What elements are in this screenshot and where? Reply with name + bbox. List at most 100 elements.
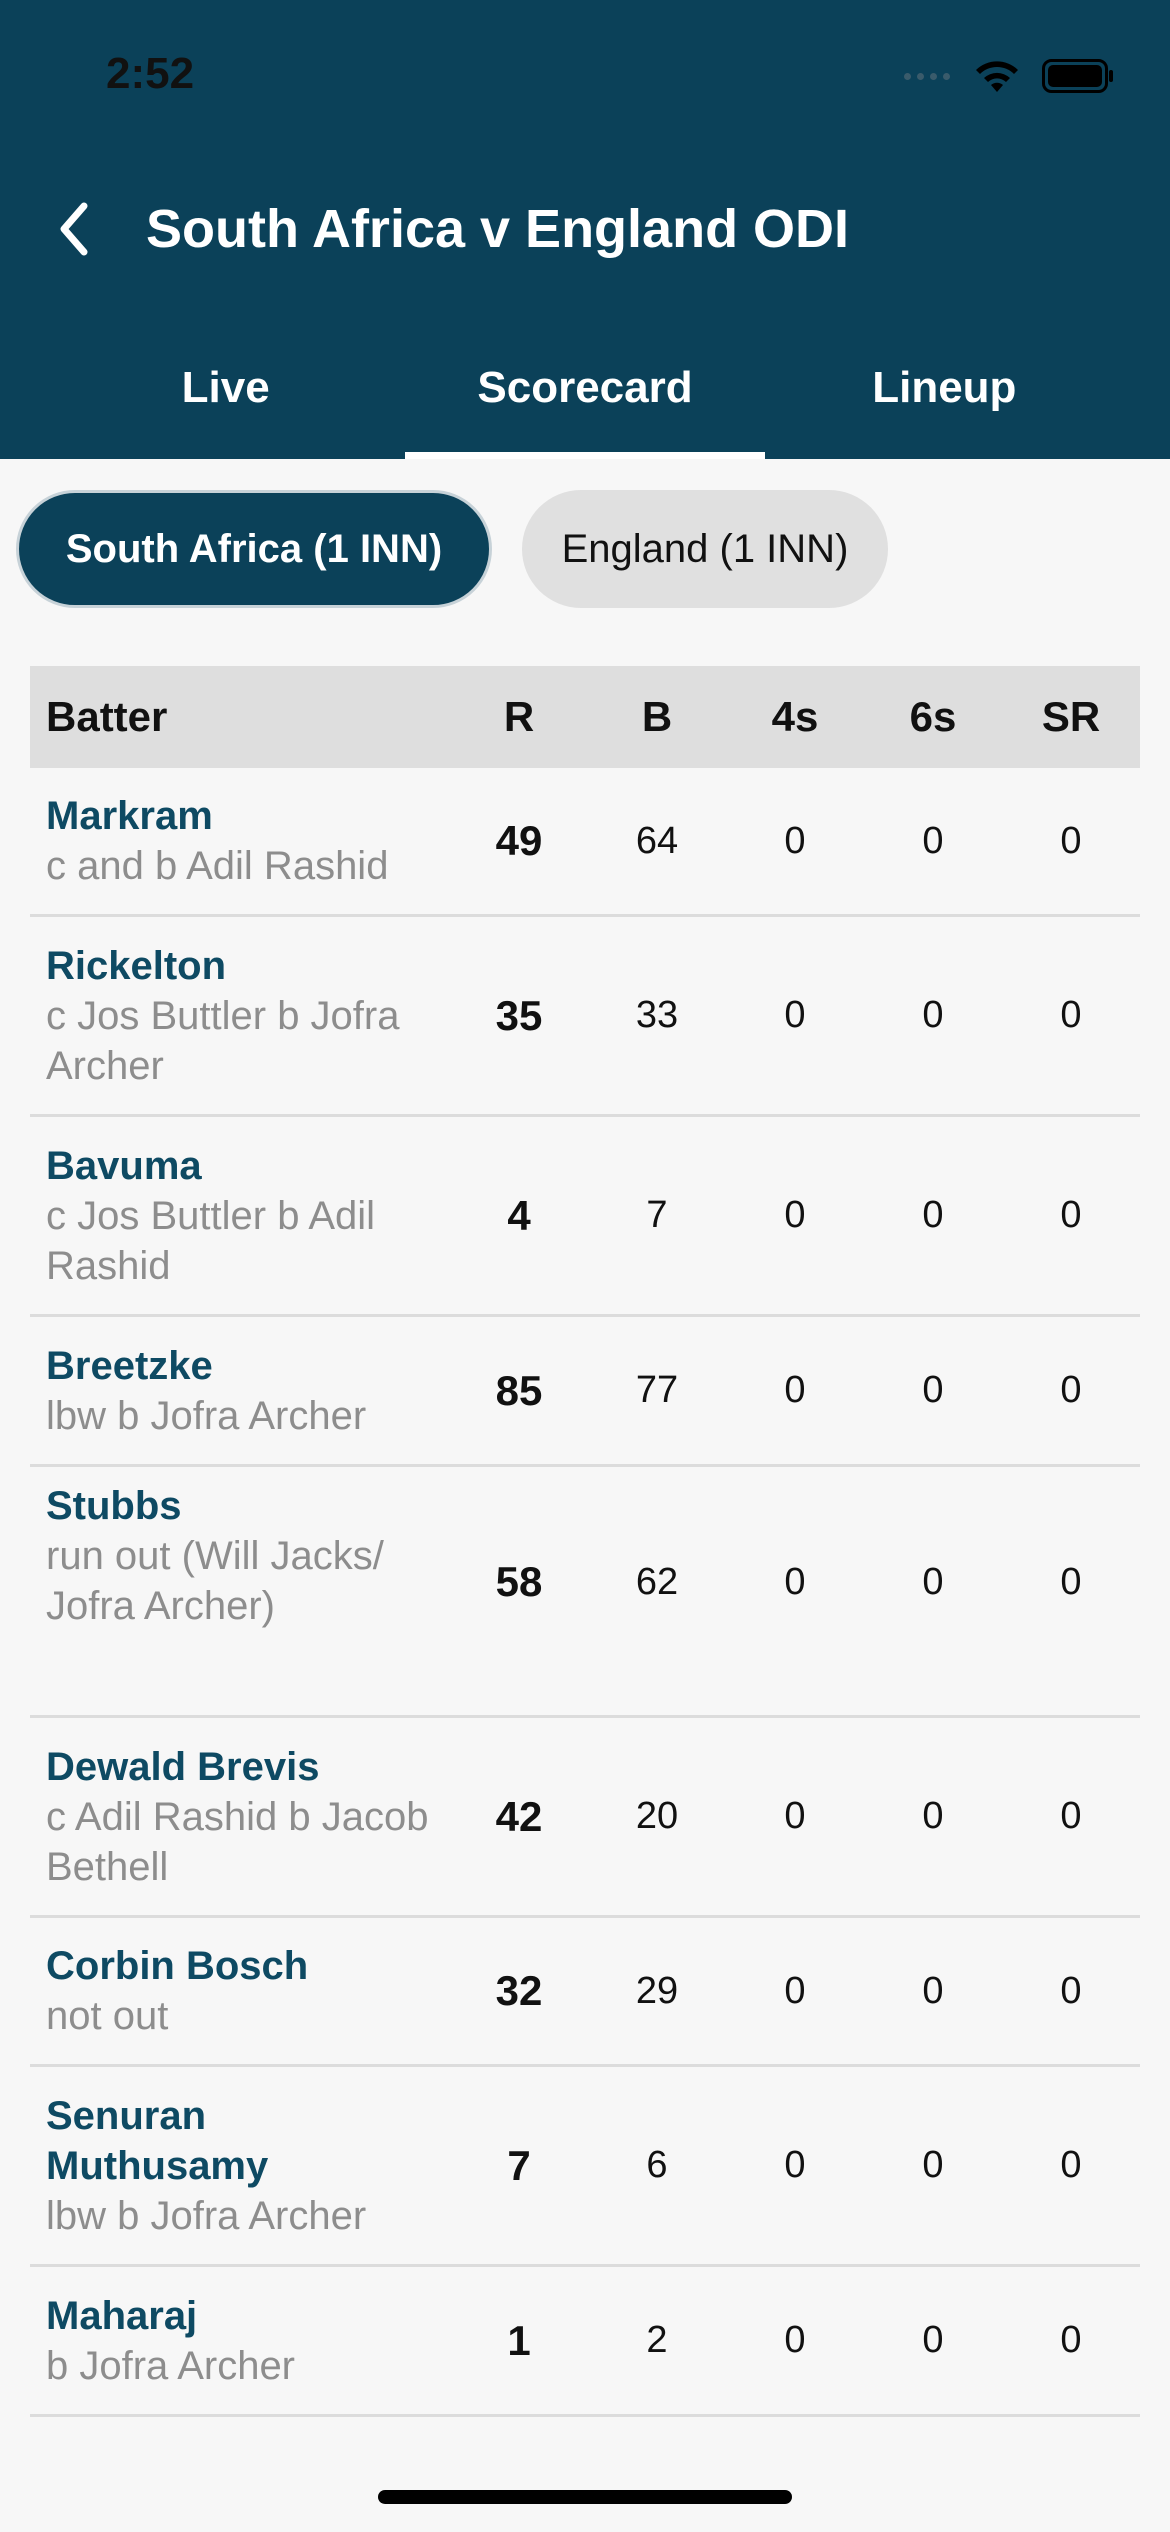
dismissal-text: not out xyxy=(46,1994,169,2038)
balls-value: 2 xyxy=(646,2319,668,2361)
header-strike-rate: SR xyxy=(1041,693,1101,740)
strike-rate-value: 0 xyxy=(1060,994,1082,1036)
app-header: 2:52 South Africa v England ODI Live Sco… xyxy=(0,0,1170,459)
header-fours: 4s xyxy=(771,693,819,740)
sixes-value: 0 xyxy=(922,1969,944,2012)
home-indicator xyxy=(378,2490,792,2504)
sixes-value: 0 xyxy=(922,819,944,862)
fours-value: 0 xyxy=(784,1194,806,1236)
strike-rate-value: 0 xyxy=(1060,1969,1082,2012)
balls-value: 64 xyxy=(635,819,679,862)
fours-value: 0 xyxy=(784,1369,806,1411)
batter-cell: Bavuma c Jos Buttler b Adil Rashid xyxy=(30,1141,450,1291)
sixes-value: 0 xyxy=(922,2319,944,2361)
dismissal-text: lbw b Jofra Archer xyxy=(46,1393,367,1438)
chevron-left-icon[interactable] xyxy=(48,196,98,262)
header-runs: R xyxy=(503,693,535,740)
tab-scorecard[interactable]: Scorecard xyxy=(405,344,765,459)
runs-value: 7 xyxy=(507,2141,531,2189)
fours-value: 0 xyxy=(784,819,806,862)
batter-name[interactable]: Stubbs xyxy=(46,1481,450,1531)
batter-cell: Corbin Bosch not out xyxy=(30,1941,450,2041)
fours-value: 0 xyxy=(784,1561,806,1603)
runs-value: 32 xyxy=(495,1967,543,2014)
batter-cell: Breetzke lbw b Jofra Archer xyxy=(30,1341,450,1441)
table-row[interactable]: Senuran Muthusamy lbw b Jofra Archer 7 6… xyxy=(30,2067,1140,2267)
sixes-value: 0 xyxy=(922,2144,944,2186)
runs-value: 42 xyxy=(495,1792,543,1840)
runs-value: 49 xyxy=(495,817,543,864)
balls-value: 77 xyxy=(635,1369,679,1411)
batter-name[interactable]: Bavuma xyxy=(46,1141,450,1191)
batter-name[interactable]: Dewald Brevis xyxy=(46,1742,450,1792)
dismissal-text: b Jofra Archer xyxy=(46,2343,296,2388)
runs-value: 35 xyxy=(495,991,543,1039)
batter-name[interactable]: Corbin Bosch xyxy=(46,1941,450,1991)
header-balls: B xyxy=(641,693,673,740)
batter-name[interactable]: Maharaj xyxy=(46,2291,450,2341)
strike-rate-value: 0 xyxy=(1060,1369,1082,1411)
battery-icon xyxy=(1042,59,1113,93)
sixes-value: 0 xyxy=(922,1369,944,1411)
fours-value: 0 xyxy=(784,2319,806,2361)
batter-cell: Rickelton c Jos Buttler b Jofra Archer xyxy=(30,941,450,1091)
batter-name[interactable]: Senuran Muthusamy xyxy=(46,2091,346,2191)
header-batter: Batter xyxy=(46,693,168,740)
strike-rate-value: 0 xyxy=(1060,819,1082,862)
table-row[interactable]: Breetzke lbw b Jofra Archer 85 77 0 0 0 xyxy=(30,1317,1140,1467)
tab-live[interactable]: Live xyxy=(46,344,405,459)
innings-pill-south-africa[interactable]: South Africa (1 INN) xyxy=(16,490,492,608)
balls-value: 33 xyxy=(635,994,679,1036)
balls-value: 62 xyxy=(635,1561,679,1603)
sixes-value: 0 xyxy=(922,1561,944,1603)
batter-cell: Markram c and b Adil Rashid xyxy=(30,791,450,891)
fours-value: 0 xyxy=(784,1795,806,1837)
batter-name[interactable]: Markram xyxy=(46,791,450,841)
runs-value: 4 xyxy=(507,1191,531,1239)
status-time: 2:52 xyxy=(106,49,195,98)
strike-rate-value: 0 xyxy=(1060,2144,1082,2186)
batter-name[interactable]: Rickelton xyxy=(46,941,450,991)
strike-rate-value: 0 xyxy=(1060,1194,1082,1236)
strike-rate-value: 0 xyxy=(1060,2319,1082,2361)
runs-value: 85 xyxy=(495,1366,543,1414)
innings-pill-england[interactable]: England (1 INN) xyxy=(522,490,888,608)
table-row[interactable]: Dewald Brevis c Adil Rashid b Jacob Beth… xyxy=(30,1718,1140,1918)
table-header: Batter R B 4s 6s SR xyxy=(30,666,1140,768)
runs-value: 1 xyxy=(507,2316,531,2364)
balls-value: 7 xyxy=(646,1194,668,1236)
sixes-value: 0 xyxy=(922,994,944,1036)
tab-lineup[interactable]: Lineup xyxy=(765,344,1124,459)
sixes-value: 0 xyxy=(922,1194,944,1236)
table-row[interactable]: Bavuma c Jos Buttler b Adil Rashid 4 7 0… xyxy=(30,1117,1140,1317)
dismissal-text: c Jos Buttler b Adil Rashid xyxy=(46,1193,376,1288)
dismissal-text: c Adil Rashid b Jacob Bethell xyxy=(46,1794,429,1889)
strike-rate-value: 0 xyxy=(1060,1795,1082,1837)
fours-value: 0 xyxy=(784,2144,806,2186)
tab-bar: Live Scorecard Lineup xyxy=(46,344,1124,459)
dismissal-text: c and b Adil Rashid xyxy=(46,844,389,888)
table-row[interactable]: Stubbs run out (Will Jacks/ Jofra Archer… xyxy=(30,1467,1140,1718)
table-row[interactable]: Maharaj b Jofra Archer 1 2 0 0 0 xyxy=(30,2267,1140,2417)
fours-value: 0 xyxy=(784,1969,806,2012)
table-row[interactable]: Corbin Bosch not out 32 29 0 0 0 xyxy=(30,1918,1140,2067)
dismissal-text: c Jos Buttler b Jofra Archer xyxy=(46,993,400,1088)
table-row[interactable]: Rickelton c Jos Buttler b Jofra Archer 3… xyxy=(30,917,1140,1117)
batter-cell: Senuran Muthusamy lbw b Jofra Archer xyxy=(30,2091,450,2241)
dismissal-text: lbw b Jofra Archer xyxy=(46,2193,367,2238)
status-icons xyxy=(904,54,1114,98)
dismissal-text: run out (Will Jacks/ Jofra Archer) xyxy=(46,1534,384,1628)
header-sixes: 6s xyxy=(909,693,957,740)
balls-value: 20 xyxy=(635,1795,679,1837)
batter-name[interactable]: Breetzke xyxy=(46,1341,450,1391)
table-row[interactable]: Markram c and b Adil Rashid 49 64 0 0 0 xyxy=(30,768,1140,917)
batting-scorecard: Batter R B 4s 6s SR Markram c and b Adil… xyxy=(30,666,1140,2417)
signal-icon xyxy=(904,72,950,80)
sixes-value: 0 xyxy=(922,1795,944,1837)
batter-cell: Stubbs run out (Will Jacks/ Jofra Archer… xyxy=(30,1467,450,1631)
wifi-icon xyxy=(976,61,1018,92)
innings-selector: South Africa (1 INN) England (1 INN) xyxy=(16,490,888,608)
runs-value: 58 xyxy=(495,1558,543,1605)
batter-cell: Maharaj b Jofra Archer xyxy=(30,2291,450,2391)
fours-value: 0 xyxy=(784,994,806,1036)
